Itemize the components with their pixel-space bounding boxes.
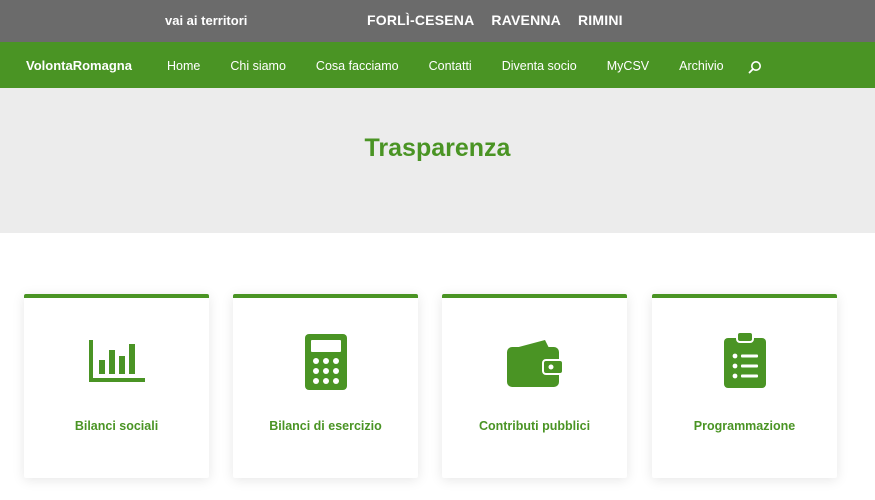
nav-item-archivio[interactable]: Archivio [679,59,723,73]
nav-item-cosa-facciamo[interactable]: Cosa facciamo [316,59,399,73]
wallet-icon [442,338,627,394]
nav-menu: Home Chi siamo Cosa facciamo Contatti Di… [167,59,724,73]
page-title: Trasparenza [364,134,511,162]
bar-chart-icon [24,338,209,394]
card-label: Bilanci sociali [74,419,159,433]
nav-item-home[interactable]: Home [167,59,200,73]
card-bilanci-di-esercizio[interactable]: Bilanci di esercizio [233,294,418,478]
card-bilanci-sociali[interactable]: Bilanci sociali [24,294,209,478]
territory-links: FORLÌ-CESENA RAVENNA RIMINI [367,12,623,28]
page-header: Trasparenza [0,88,875,233]
nav-item-chi-siamo[interactable]: Chi siamo [230,59,286,73]
site-brand[interactable]: VolontaRomagna [26,58,132,73]
card-label: Bilanci di esercizio [269,419,382,433]
card-label: Programmazione [693,419,796,433]
card-programmazione[interactable]: Programmazione [652,294,837,478]
territory-link-forli-cesena[interactable]: FORLÌ-CESENA [367,12,474,28]
top-bar: vai ai territori FORLÌ-CESENA RAVENNA RI… [0,0,875,42]
search-icon[interactable] [748,60,762,74]
calculator-icon [233,334,418,394]
card-label: Contributi pubblici [478,419,591,433]
nav-item-diventa-socio[interactable]: Diventa socio [502,59,577,73]
territory-link-rimini[interactable]: RIMINI [578,12,623,28]
main-navigation: VolontaRomagna Home Chi siamo Cosa facci… [0,42,875,88]
territori-label: vai ai territori [165,13,248,28]
territory-link-ravenna[interactable]: RAVENNA [491,12,561,28]
nav-item-contatti[interactable]: Contatti [429,59,472,73]
nav-item-mycsv[interactable]: MyCSV [607,59,649,73]
card-contributi-pubblici[interactable]: Contributi pubblici [442,294,627,478]
clipboard-list-icon [652,332,837,394]
